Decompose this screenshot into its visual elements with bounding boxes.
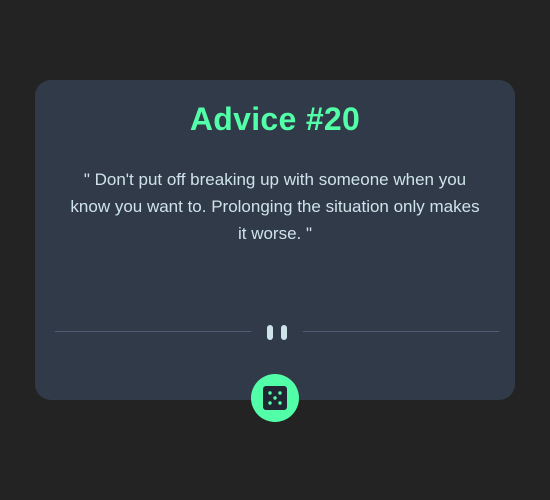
divider-line-left bbox=[55, 331, 251, 332]
divider-line-right bbox=[303, 331, 499, 332]
advice-title: Advice #20 bbox=[189, 101, 361, 137]
advice-quote: " Don't put off breaking up with someone… bbox=[70, 170, 480, 243]
new-advice-button[interactable] bbox=[251, 374, 299, 422]
pattern-divider bbox=[55, 325, 499, 340]
dice-icon bbox=[263, 386, 287, 410]
advice-card: Advice #20 " Don't put off breaking up w… bbox=[35, 80, 515, 400]
pause-icon bbox=[267, 325, 288, 340]
